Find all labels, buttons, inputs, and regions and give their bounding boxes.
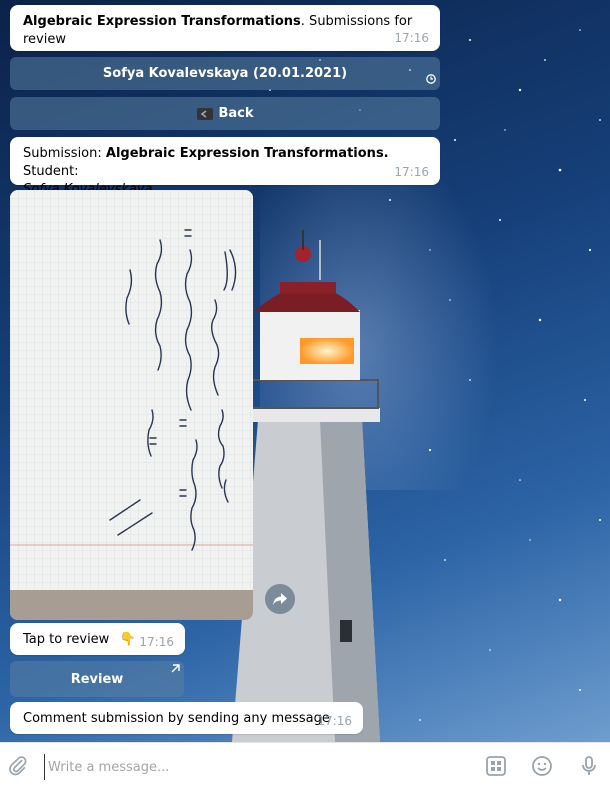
submission-photo[interactable] — [10, 190, 253, 620]
comment-hint-text: Comment submission by sending any messag… — [23, 711, 330, 726]
submission-message: Submission: Algebraic Expression Transfo… — [10, 137, 440, 197]
message-time: 17:16 — [139, 635, 174, 649]
chat-history: Algebraic Expression Transformations. Su… — [0, 0, 610, 742]
tap-hint-text: Tap to review — [23, 632, 110, 647]
header-title-bold: Algebraic Expression Transformations — [23, 14, 301, 29]
microphone-icon[interactable] — [577, 754, 601, 778]
submission-title-bold: Algebraic Expression Transformations. — [105, 146, 389, 161]
review-button[interactable]: Review — [10, 661, 184, 697]
tap-hint-message: Tap to review 👇 17:16 — [10, 623, 185, 655]
notebook-page-image — [10, 190, 253, 620]
header-message: Algebraic Expression Transformations. Su… — [10, 5, 440, 51]
submission-student-label: Student: — [23, 164, 79, 179]
message-time: 17:16 — [394, 31, 429, 45]
message-time: 17:16 — [394, 165, 429, 179]
share-arrow-icon — [272, 592, 288, 606]
message-input[interactable] — [44, 754, 470, 780]
comment-hint-message: Comment submission by sending any messag… — [10, 702, 363, 734]
bot-keyboard-icon[interactable] — [484, 754, 508, 778]
back-button[interactable]: Back — [10, 97, 440, 130]
student-submission-button[interactable]: Sofya Kovalevskaya (20.01.2021) — [10, 57, 440, 90]
share-button[interactable] — [265, 584, 295, 614]
submission-prefix: Submission: — [23, 146, 106, 161]
smile-icon[interactable] — [530, 754, 554, 778]
message-time: 17:16 — [317, 714, 352, 728]
review-label: Review — [70, 671, 124, 687]
back-icon — [196, 107, 214, 121]
pointing-down-icon: 👇 — [119, 632, 136, 647]
back-label: Back — [218, 106, 254, 121]
message-composer — [0, 742, 610, 788]
paperclip-icon[interactable] — [6, 754, 30, 778]
clock-icon — [426, 74, 436, 87]
external-arrow-icon — [171, 664, 180, 676]
student-submission-label: Sofya Kovalevskaya (20.01.2021) — [102, 66, 348, 81]
